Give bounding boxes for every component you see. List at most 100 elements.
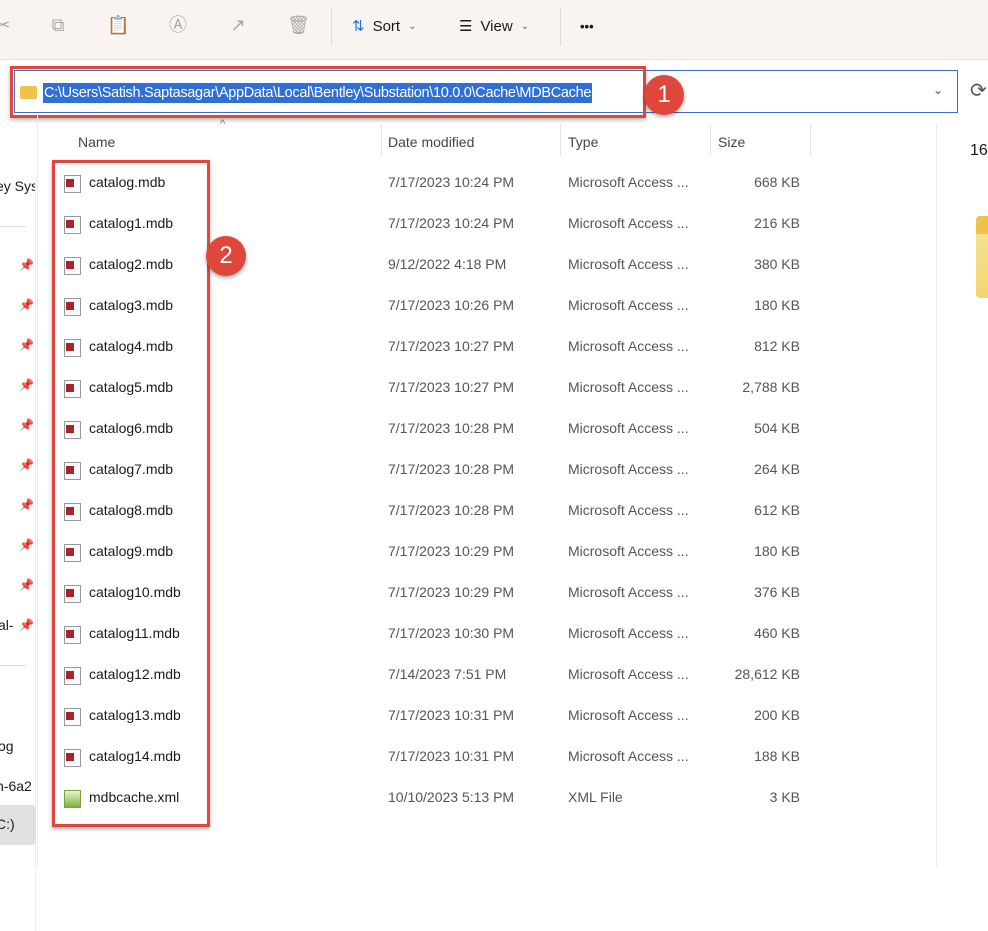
file-date: 7/17/2023 10:28 PM <box>388 461 515 477</box>
file-size: 28,612 KB <box>734 666 800 682</box>
file-size: 2,788 KB <box>742 379 800 395</box>
file-type: Microsoft Access ... <box>568 543 689 559</box>
rename-icon[interactable]: Ⓐ <box>167 14 189 36</box>
divider <box>381 124 382 156</box>
file-type: XML File <box>568 789 623 805</box>
more-options-button[interactable]: ••• <box>580 14 594 38</box>
file-size: 460 KB <box>754 625 800 641</box>
file-type: Microsoft Access ... <box>568 666 689 682</box>
sort-icon: ⇅ <box>352 18 365 35</box>
pin-icon[interactable]: 📌 <box>19 338 34 352</box>
file-date: 7/17/2023 10:31 PM <box>388 748 515 764</box>
file-size: 376 KB <box>754 584 800 600</box>
divider <box>560 8 561 46</box>
column-header-name[interactable]: Name <box>78 130 115 154</box>
pin-icon[interactable]: 📌 <box>19 418 34 432</box>
file-type: Microsoft Access ... <box>568 256 689 272</box>
refresh-icon[interactable]: ⟳ <box>970 78 987 103</box>
file-size: 180 KB <box>754 543 800 559</box>
pin-icon[interactable]: 📌 <box>19 298 34 312</box>
file-type: Microsoft Access ... <box>568 379 689 395</box>
pin-icon[interactable]: 📌 <box>19 618 34 632</box>
share-icon[interactable]: ↗ <box>227 14 249 36</box>
command-bar: ✂ ⧉ 📋 Ⓐ ↗ 🗑 ⇅ Sort ⌄ ☰ View ⌄ ••• <box>0 0 988 60</box>
file-type: Microsoft Access ... <box>568 707 689 723</box>
annotation-badge-2: 2 <box>206 236 246 276</box>
file-size: 812 KB <box>754 338 800 354</box>
file-size: 180 KB <box>754 297 800 313</box>
sort-button[interactable]: ⇅ Sort ⌄ <box>352 14 416 38</box>
file-date: 7/17/2023 10:28 PM <box>388 420 515 436</box>
divider <box>560 124 561 156</box>
pin-icon[interactable]: 📌 <box>19 378 34 392</box>
file-type: Microsoft Access ... <box>568 420 689 436</box>
file-date: 7/17/2023 10:29 PM <box>388 584 515 600</box>
sort-ascending-icon: ^ <box>220 118 226 130</box>
pin-icon[interactable]: 📌 <box>19 578 34 592</box>
file-size: 612 KB <box>754 502 800 518</box>
file-type: Microsoft Access ... <box>568 215 689 231</box>
file-type: Microsoft Access ... <box>568 338 689 354</box>
file-type: Microsoft Access ... <box>568 584 689 600</box>
annotation-box-1 <box>10 66 646 118</box>
view-button[interactable]: ☰ View ⌄ <box>459 14 529 38</box>
file-date: 7/17/2023 10:27 PM <box>388 379 515 395</box>
nav-item[interactable]: n-6a2 <box>0 778 32 794</box>
file-date: 7/17/2023 10:31 PM <box>388 707 515 723</box>
sort-label: Sort <box>372 17 401 35</box>
annotation-badge-1: 1 <box>644 75 684 115</box>
paste-icon[interactable]: 📋 <box>107 14 129 36</box>
file-date: 7/17/2023 10:26 PM <box>388 297 515 313</box>
divider <box>710 124 711 156</box>
file-type: Microsoft Access ... <box>568 625 689 641</box>
file-size: 380 KB <box>754 256 800 272</box>
file-type: Microsoft Access ... <box>568 748 689 764</box>
pin-icon[interactable]: 📌 <box>19 458 34 472</box>
column-header-size[interactable]: Size <box>718 130 745 154</box>
file-size: 188 KB <box>754 748 800 764</box>
chevron-down-icon[interactable]: ⌄ <box>933 83 943 97</box>
file-date: 7/14/2023 7:51 PM <box>388 666 507 682</box>
file-size: 668 KB <box>754 174 800 190</box>
view-label: View <box>480 17 513 35</box>
copy-icon[interactable]: ⧉ <box>47 14 69 36</box>
view-icon: ☰ <box>459 18 473 35</box>
pin-icon[interactable]: 📌 <box>19 538 34 552</box>
file-type: Microsoft Access ... <box>568 297 689 313</box>
annotation-box-2 <box>52 160 210 827</box>
delete-icon[interactable]: 🗑 <box>287 14 310 36</box>
file-size: 504 KB <box>754 420 800 436</box>
file-size: 264 KB <box>754 461 800 477</box>
pin-icon[interactable]: 📌 <box>19 258 34 272</box>
nav-item[interactable]: al- <box>0 617 18 633</box>
column-header-date[interactable]: Date modified <box>388 130 474 154</box>
nav-item[interactable]: og <box>0 738 14 754</box>
divider <box>810 124 811 156</box>
file-size: 216 KB <box>754 215 800 231</box>
details-item-count: 16 <box>970 142 988 159</box>
file-date: 7/17/2023 10:24 PM <box>388 174 515 190</box>
file-date: 10/10/2023 5:13 PM <box>388 789 515 805</box>
file-type: Microsoft Access ... <box>568 174 689 190</box>
file-type: Microsoft Access ... <box>568 502 689 518</box>
file-date: 7/17/2023 10:24 PM <box>388 215 515 231</box>
file-date: 7/17/2023 10:30 PM <box>388 625 515 641</box>
divider <box>936 124 937 867</box>
more-icon: ••• <box>580 18 594 34</box>
file-date: 7/17/2023 10:27 PM <box>388 338 515 354</box>
chevron-down-icon: ⌄ <box>520 20 530 32</box>
file-type: Microsoft Access ... <box>568 461 689 477</box>
file-size: 200 KB <box>754 707 800 723</box>
cut-icon[interactable]: ✂ <box>0 14 14 36</box>
nav-item-selected[interactable]: C:) <box>0 805 36 845</box>
folder-preview-icon <box>976 216 988 298</box>
file-date: 7/17/2023 10:28 PM <box>388 502 515 518</box>
nav-item-label: C:) <box>0 816 15 832</box>
file-date: 9/12/2022 4:18 PM <box>388 256 507 272</box>
file-size: 3 KB <box>769 789 800 805</box>
column-header-type[interactable]: Type <box>568 130 598 154</box>
chevron-down-icon: ⌄ <box>408 20 417 32</box>
file-date: 7/17/2023 10:29 PM <box>388 543 515 559</box>
pin-icon[interactable]: 📌 <box>19 498 34 512</box>
divider <box>0 665 26 666</box>
